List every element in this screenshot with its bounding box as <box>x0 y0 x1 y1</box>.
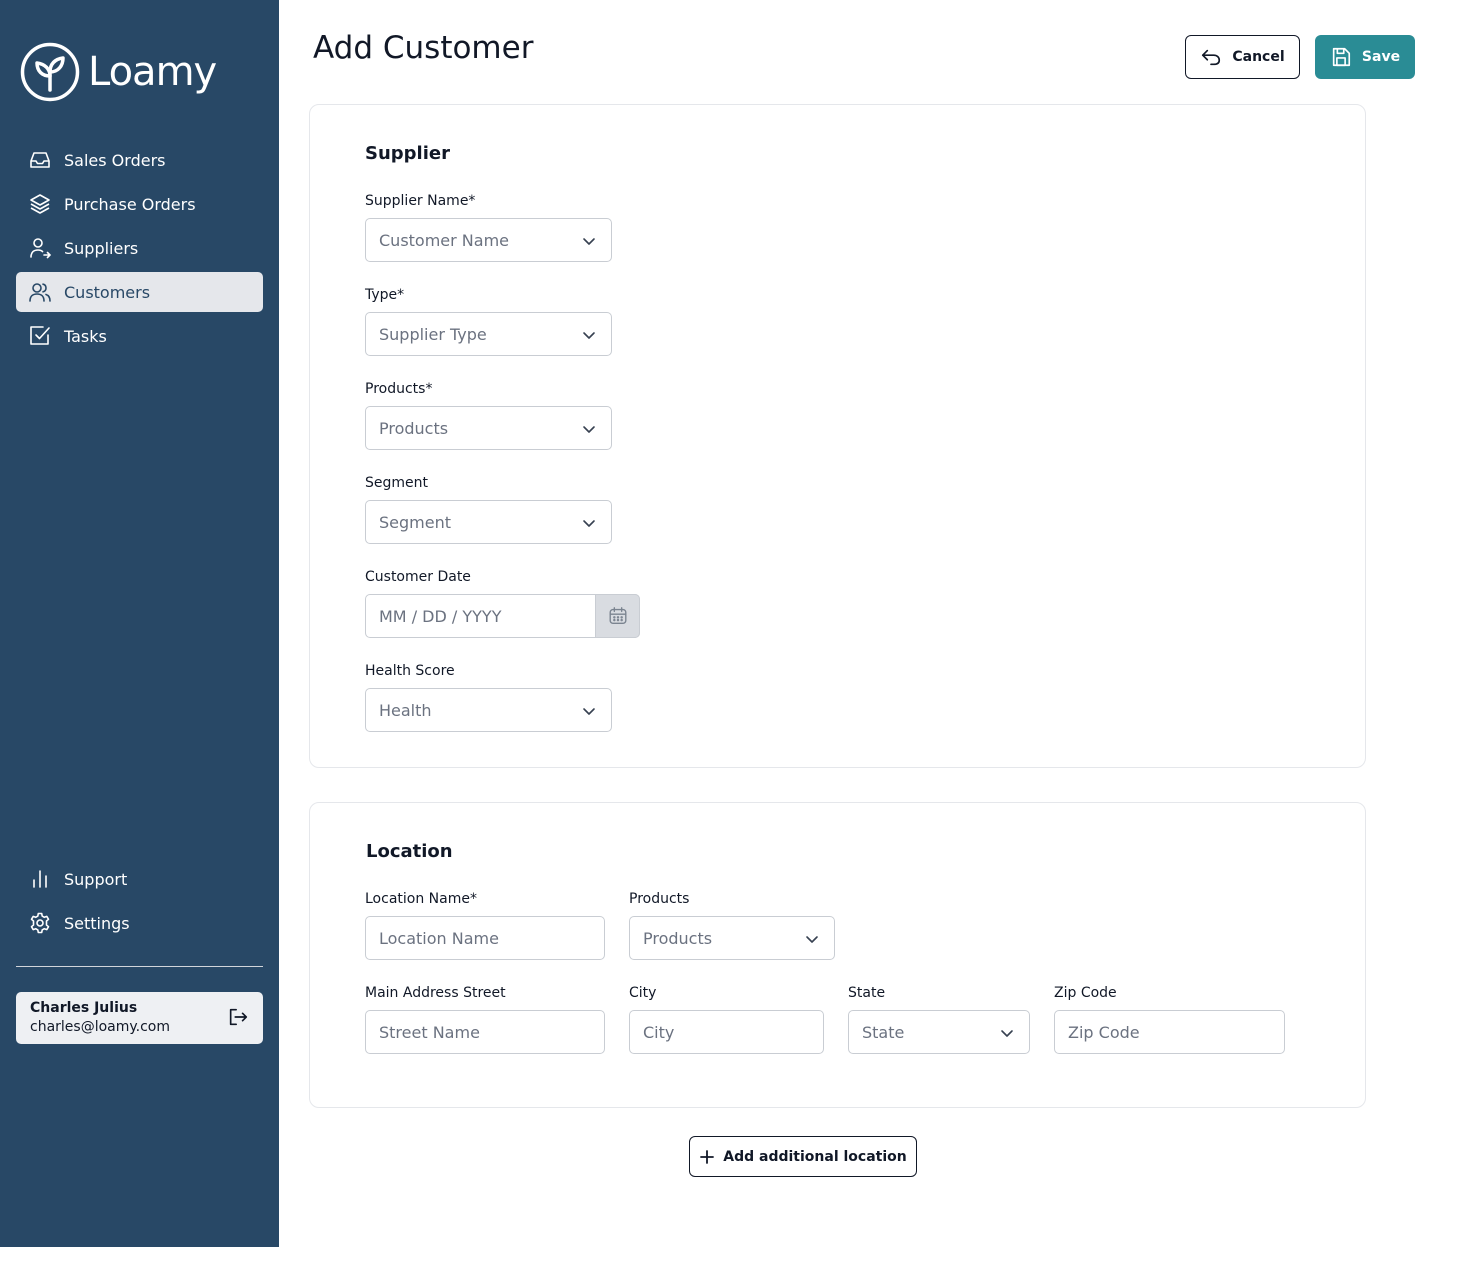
user-name: Charles Julius <box>30 1000 138 1016</box>
chevron-down-icon <box>583 708 595 715</box>
nav-item-label: Tasks <box>64 326 107 346</box>
nav-item-settings[interactable]: Settings <box>16 903 263 943</box>
chevron-down-icon <box>583 426 595 433</box>
state-placeholder: State <box>862 1022 905 1042</box>
street-label: Main Address Street <box>365 985 506 1001</box>
street-input[interactable]: Street Name <box>365 1010 605 1054</box>
nav-item-label: Suppliers <box>64 238 139 258</box>
customer-date-placeholder: MM / DD / YYYY <box>379 606 502 626</box>
plus-icon <box>700 1149 715 1164</box>
nav-item-label: Sales Orders <box>64 150 166 170</box>
products-label: Products* <box>365 381 433 397</box>
nav-item-suppliers[interactable]: Suppliers <box>16 228 263 268</box>
supplier-section-title: Supplier <box>365 143 450 164</box>
zip-label: Zip Code <box>1054 985 1117 1001</box>
chevron-down-icon <box>583 520 595 527</box>
nav-item-label: Purchase Orders <box>64 194 196 214</box>
supplier-name-placeholder: Customer Name <box>379 230 510 250</box>
chevron-down-icon <box>583 332 595 339</box>
logo[interactable]: Loamy <box>20 42 217 102</box>
city-input[interactable]: City <box>629 1010 824 1054</box>
type-placeholder: Supplier Type <box>379 324 487 344</box>
chevron-down-icon <box>1001 1030 1013 1037</box>
cancel-button[interactable]: Cancel <box>1185 35 1300 79</box>
chevron-down-icon <box>806 936 818 943</box>
city-label: City <box>629 985 657 1001</box>
location-products-label: Products <box>629 891 690 907</box>
segment-placeholder: Segment <box>379 512 451 532</box>
products-placeholder: Products <box>379 418 449 438</box>
page-title: Add Customer <box>313 30 534 66</box>
user-email: charles@loamy.com <box>30 1019 171 1035</box>
zip-placeholder: Zip Code <box>1068 1022 1140 1042</box>
layers-icon <box>30 194 50 214</box>
state-select[interactable]: State <box>848 1010 1030 1054</box>
customer-date-input[interactable]: MM / DD / YYYY <box>365 594 640 638</box>
sidebar-divider <box>16 966 263 967</box>
secondary-nav: Support Settings <box>16 859 263 947</box>
main-nav: Sales Orders Purchase Orders Suppliers C… <box>16 140 263 360</box>
segment-select[interactable]: Segment <box>365 500 612 544</box>
gear-icon <box>30 912 50 934</box>
location-name-label: Location Name* <box>365 891 477 907</box>
type-select[interactable]: Supplier Type <box>365 312 612 356</box>
users-icon <box>29 283 51 302</box>
checkbox-icon <box>30 326 50 345</box>
user-arrow-icon <box>30 238 52 259</box>
nav-item-label: Settings <box>64 913 130 933</box>
health-score-label: Health Score <box>365 663 455 679</box>
calendar-button[interactable] <box>595 594 640 638</box>
save-button[interactable]: Save <box>1315 35 1415 79</box>
location-products-select[interactable]: Products <box>629 916 835 960</box>
add-location-label: Add additional location <box>723 1148 907 1165</box>
health-score-placeholder: Health <box>379 700 432 720</box>
nav-item-support[interactable]: Support <box>16 859 263 899</box>
nav-item-tasks[interactable]: Tasks <box>16 316 263 356</box>
bar-chart-icon <box>33 870 47 888</box>
location-products-placeholder: Products <box>643 928 713 948</box>
location-section-title: Location <box>366 841 453 862</box>
cancel-label: Cancel <box>1232 49 1285 65</box>
city-placeholder: City <box>643 1022 675 1042</box>
add-location-button[interactable]: Add additional location <box>689 1136 917 1177</box>
health-score-select[interactable]: Health <box>365 688 612 732</box>
segment-label: Segment <box>365 475 428 491</box>
nav-item-customers[interactable]: Customers <box>16 272 263 312</box>
nav-item-label: Support <box>64 869 128 889</box>
nav-item-purchase-orders[interactable]: Purchase Orders <box>16 184 263 224</box>
location-name-placeholder: Location Name <box>379 928 499 948</box>
zip-input[interactable]: Zip Code <box>1054 1010 1285 1054</box>
nav-item-sales-orders[interactable]: Sales Orders <box>16 140 263 180</box>
street-placeholder: Street Name <box>379 1022 480 1042</box>
chevron-down-icon <box>583 238 595 245</box>
type-label: Type* <box>365 287 405 303</box>
floppy-disk-icon <box>1332 47 1350 67</box>
supplier-name-label: Supplier Name* <box>365 193 476 209</box>
undo-icon <box>1202 49 1221 66</box>
customer-date-label: Customer Date <box>365 569 471 585</box>
brand-name: Loamy <box>88 49 217 95</box>
leaf-logo-icon <box>20 42 80 102</box>
location-name-input[interactable]: Location Name <box>365 916 605 960</box>
user-card: Charles Julius charles@loamy.com <box>16 992 263 1044</box>
supplier-name-select[interactable]: Customer Name <box>365 218 612 262</box>
inbox-icon <box>30 152 50 168</box>
products-select[interactable]: Products <box>365 406 612 450</box>
nav-item-label: Customers <box>64 282 151 302</box>
calendar-icon <box>609 607 626 625</box>
save-label: Save <box>1361 49 1401 65</box>
logout-icon[interactable] <box>227 1006 249 1028</box>
state-label: State <box>848 985 886 1001</box>
sidebar: Loamy Sales Orders Purchase Orders Suppl… <box>0 0 279 1247</box>
